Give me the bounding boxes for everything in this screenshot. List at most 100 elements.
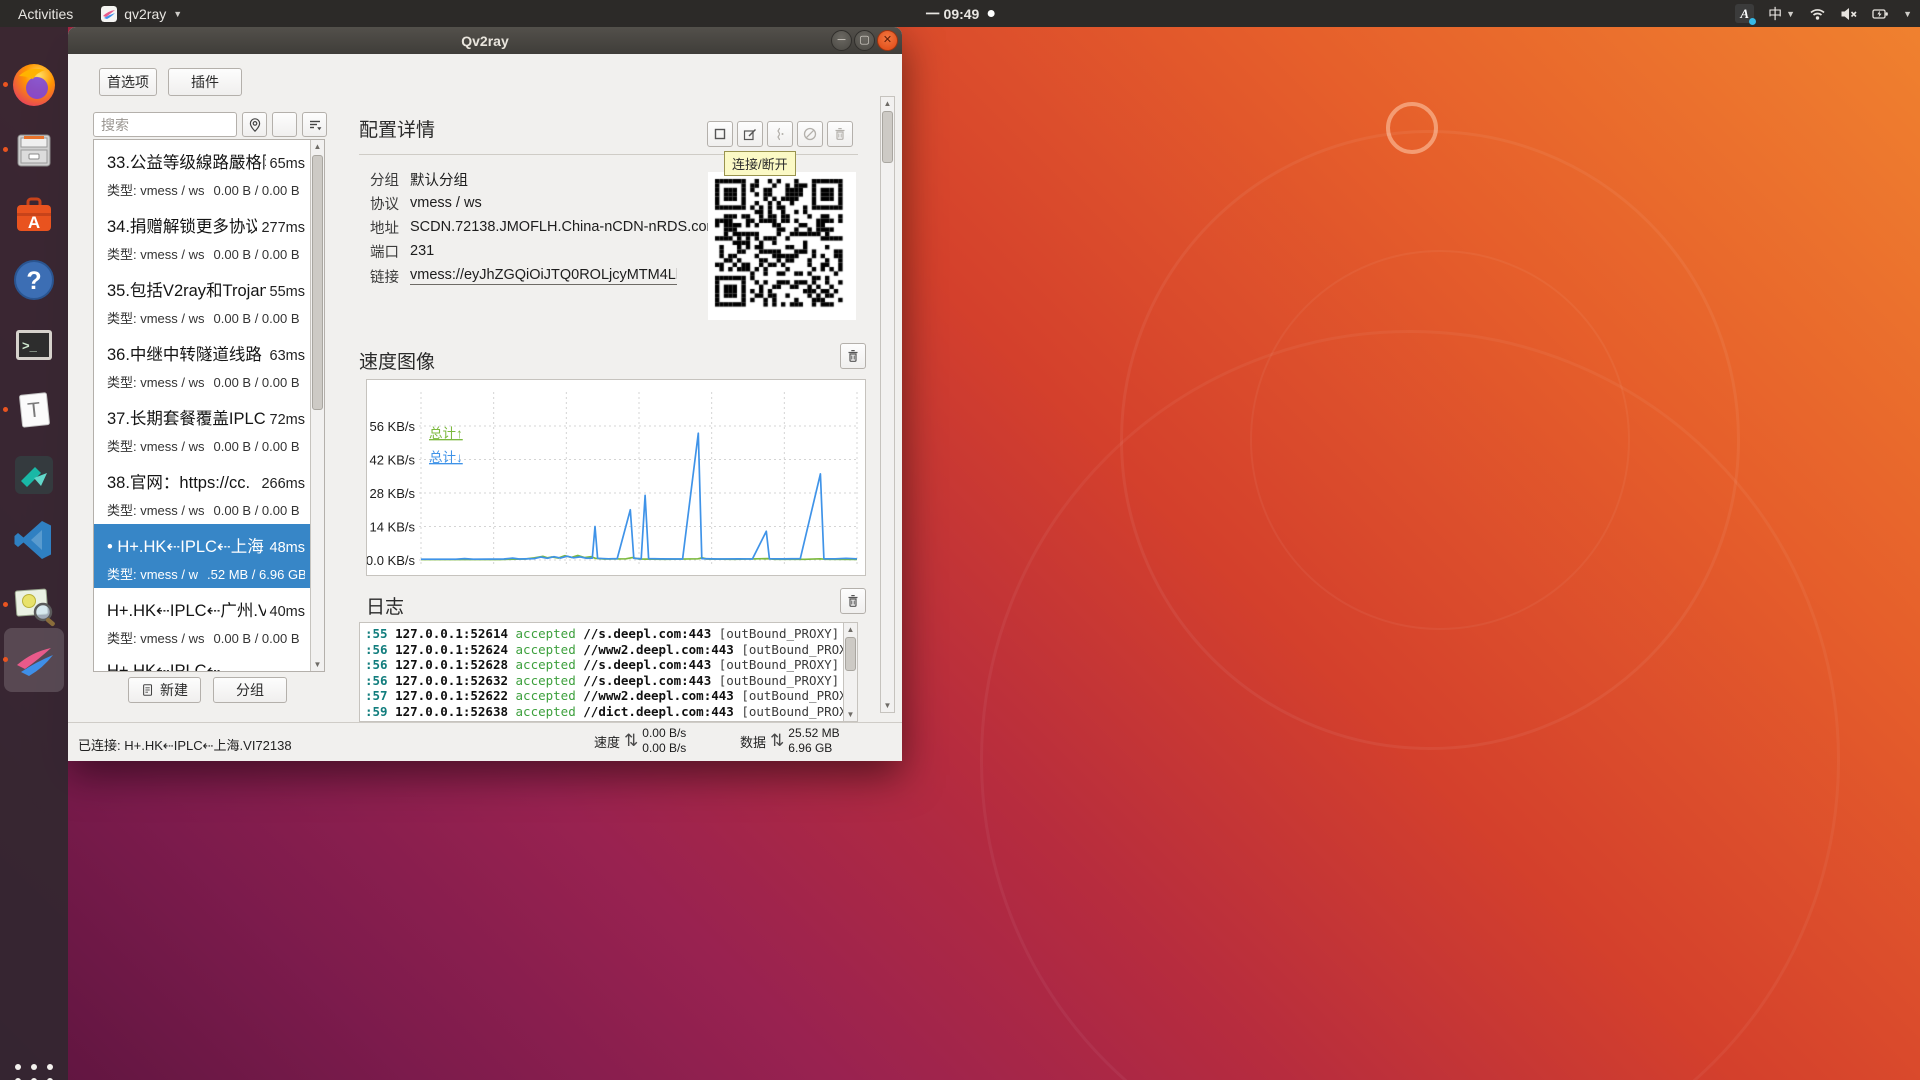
scroll-thumb[interactable] bbox=[845, 637, 856, 671]
running-indicator bbox=[3, 407, 8, 412]
edit-config-button[interactable] bbox=[737, 121, 763, 147]
scroll-up-arrow[interactable]: ▲ bbox=[311, 140, 324, 153]
sort-icon bbox=[307, 117, 323, 133]
delete-config-button[interactable] bbox=[827, 121, 853, 147]
connection-status: 已连接: H+.HK⇠IPLC⇠上海.VI72138 bbox=[78, 735, 292, 754]
gnome-top-bar: Activities qv2ray ▼ 一 09:49 A 中 ▼ ▼ bbox=[0, 0, 1920, 27]
main-panel-scrollbar[interactable]: ▲ ▼ bbox=[880, 96, 895, 713]
field-label: 协议 bbox=[370, 193, 399, 214]
close-button[interactable]: ✕ bbox=[877, 30, 898, 51]
share-link-input[interactable]: vmess://eyJhZGQiOiJTQ0ROLjcyMTM4LkpNT0ZM… bbox=[410, 267, 677, 285]
scroll-down-arrow[interactable]: ▼ bbox=[311, 658, 324, 671]
legend-item[interactable]: 总计↓ bbox=[429, 450, 463, 465]
scroll-up-arrow[interactable]: ▲ bbox=[881, 97, 894, 110]
connect-disconnect-button[interactable] bbox=[707, 121, 733, 147]
server-latency: 277ms bbox=[261, 220, 305, 236]
scroll-up-arrow[interactable]: ▲ bbox=[844, 623, 857, 636]
dock-item-ubuntu-software[interactable]: A bbox=[10, 191, 58, 239]
field-port: 端口 231 bbox=[370, 239, 700, 263]
latency-test-button[interactable] bbox=[242, 112, 267, 137]
ime-indicator-icon[interactable]: A bbox=[1735, 4, 1754, 23]
activities-button[interactable]: Activities bbox=[0, 0, 91, 27]
show-applications-button[interactable] bbox=[14, 1063, 54, 1080]
input-language-menu[interactable]: 中 ▼ bbox=[1768, 4, 1795, 24]
field-label: 链接 bbox=[370, 266, 399, 287]
server-list-item[interactable]: • H+.HK⇠IPLC⇠上海48ms类型: vmess / w.52 MB /… bbox=[94, 524, 311, 588]
scroll-down-arrow[interactable]: ▼ bbox=[844, 708, 857, 721]
legend-item[interactable]: 总计↑ bbox=[429, 426, 463, 441]
server-list: 33.公益等级線路嚴格防65ms类型: vmess / ws0.00 B / 0… bbox=[94, 140, 311, 671]
server-meta: 类型: vmess / ws0.00 B / 0.00 B bbox=[107, 308, 305, 327]
server-meta: 类型: vmess / ws0.00 B / 0.00 B bbox=[107, 372, 305, 391]
volume-muted-icon bbox=[1840, 6, 1858, 22]
log-box[interactable]: :55 127.0.0.1:52614 accepted //s.deepl.c… bbox=[359, 622, 858, 722]
server-name: H+.HK⇠IPLC⇠ bbox=[107, 661, 301, 671]
log-line: :59 127.0.0.1:52638 accepted //dict.deep… bbox=[365, 704, 841, 720]
data-status: 数据 ⇅ 25.52 MB 6.96 GB bbox=[740, 726, 840, 756]
system-tray[interactable]: A 中 ▼ ▼ bbox=[1735, 0, 1912, 27]
clock[interactable]: 一 09:49 bbox=[926, 4, 995, 24]
server-list-item[interactable]: 33.公益等级線路嚴格防65ms类型: vmess / ws0.00 B / 0… bbox=[94, 140, 311, 204]
server-list-item[interactable]: 37.长期套餐覆盖IPLC72ms类型: vmess / ws0.00 B / … bbox=[94, 396, 311, 460]
field-group: 分组 默认分组 bbox=[370, 167, 700, 191]
minimize-button[interactable]: ─ bbox=[831, 30, 852, 51]
dock-item-dev-tool[interactable] bbox=[10, 451, 58, 499]
qr-code-box bbox=[708, 172, 856, 320]
clear-log-button[interactable] bbox=[840, 588, 866, 614]
scroll-down-arrow[interactable]: ▼ bbox=[881, 699, 894, 712]
clock-label: 一 09:49 bbox=[926, 4, 980, 24]
server-list-item[interactable]: H+.HK⇠IPLC⇠广州.V40ms类型: vmess / ws0.00 B … bbox=[94, 588, 311, 652]
wallpaper-circle bbox=[1120, 130, 1740, 750]
edit-json-button[interactable] bbox=[767, 121, 793, 147]
clear-graph-button[interactable] bbox=[840, 343, 866, 369]
blank-tool-button[interactable] bbox=[272, 112, 297, 137]
window-titlebar[interactable]: Qv2ray ─ ▢ ✕ bbox=[68, 27, 902, 54]
server-latency: 40ms bbox=[270, 604, 305, 620]
log-lines: :55 127.0.0.1:52614 accepted //s.deepl.c… bbox=[365, 626, 841, 720]
wallpaper-circle bbox=[1386, 102, 1438, 154]
search-input[interactable] bbox=[93, 112, 237, 137]
wallpaper-circle bbox=[980, 330, 1840, 1080]
server-list-scrollbar[interactable]: ▲ ▼ bbox=[310, 140, 324, 671]
running-indicator bbox=[3, 657, 8, 662]
server-list-item[interactable]: H+.HK⇠IPLC⇠ bbox=[94, 652, 311, 671]
dock-item-screenshot[interactable] bbox=[10, 581, 58, 629]
group-button[interactable]: 分组 bbox=[213, 677, 287, 703]
scroll-thumb[interactable] bbox=[312, 155, 323, 410]
dock-item-help[interactable]: ? bbox=[10, 256, 58, 304]
server-meta: 类型: vmess / ws0.00 B / 0.00 B bbox=[107, 244, 305, 263]
new-config-label: 新建 bbox=[160, 680, 188, 700]
speed-down-value: 0.00 B/s bbox=[642, 741, 686, 756]
data-label: 数据 bbox=[740, 732, 766, 751]
scroll-thumb[interactable] bbox=[882, 111, 893, 163]
server-list-item[interactable]: 35.包括V2ray和Trojan55ms类型: vmess / ws0.00 … bbox=[94, 268, 311, 332]
maximize-button[interactable]: ▢ bbox=[854, 30, 875, 51]
svg-text:56 KB/s: 56 KB/s bbox=[369, 419, 415, 434]
dock-item-firefox[interactable] bbox=[10, 61, 58, 109]
input-language-label: 中 bbox=[1768, 4, 1782, 24]
config-fields: 分组 默认分组 协议 vmess / ws 地址 SCDN.72138.JMOF… bbox=[370, 167, 700, 288]
log-scrollbar[interactable]: ▲ ▼ bbox=[843, 623, 857, 721]
connect-disconnect-tooltip: 连接/断开 bbox=[724, 151, 796, 176]
vscode-icon bbox=[10, 516, 58, 564]
log-line: :56 127.0.0.1:52624 accepted //www2.deep… bbox=[365, 642, 841, 658]
dock-item-terminal[interactable]: >_ bbox=[10, 321, 58, 369]
dock-item-vscode[interactable] bbox=[10, 516, 58, 564]
new-config-button[interactable]: 新建 bbox=[128, 677, 201, 703]
ubuntu-dock: A ? >_ T bbox=[0, 27, 68, 1080]
dock-item-files[interactable] bbox=[10, 126, 58, 174]
sort-button[interactable] bbox=[302, 112, 327, 137]
stop-square-icon bbox=[712, 126, 728, 142]
server-name: 33.公益等级線路嚴格防 bbox=[107, 149, 266, 173]
dock-item-text-editor[interactable]: T bbox=[10, 386, 58, 434]
app-menu[interactable]: qv2ray ▼ bbox=[91, 0, 192, 27]
dock-item-qv2ray[interactable] bbox=[10, 636, 58, 684]
server-list-item[interactable]: 36.中继中转隧道线路63ms类型: vmess / ws0.00 B / 0.… bbox=[94, 332, 311, 396]
svg-text:>_: >_ bbox=[22, 338, 38, 353]
plugins-button[interactable]: 插件 bbox=[168, 68, 242, 96]
preferences-button[interactable]: 首选项 bbox=[99, 68, 157, 96]
location-pin-icon bbox=[247, 117, 263, 133]
server-list-item[interactable]: 34.捐赠解锁更多协议277ms类型: vmess / ws0.00 B / 0… bbox=[94, 204, 311, 268]
clear-usage-button[interactable] bbox=[797, 121, 823, 147]
server-list-item[interactable]: 38.官网：https://cc.266ms类型: vmess / ws0.00… bbox=[94, 460, 311, 524]
